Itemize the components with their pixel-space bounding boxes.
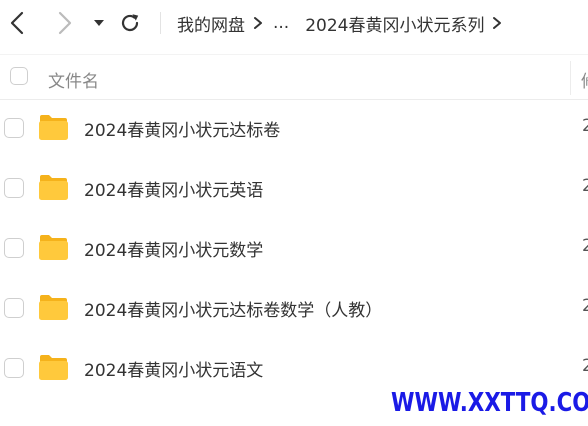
file-name[interactable]: 2024春黄冈小状元语文 bbox=[84, 356, 263, 381]
file-modified-date: 2 bbox=[582, 176, 588, 196]
history-dropdown-button[interactable] bbox=[90, 14, 108, 32]
column-divider[interactable] bbox=[570, 61, 571, 95]
back-button[interactable] bbox=[6, 10, 30, 36]
file-list-header: 文件名 修 bbox=[0, 54, 588, 100]
file-row[interactable]: 2024春黄冈小状元英语 2 bbox=[0, 159, 588, 219]
forward-button[interactable] bbox=[52, 10, 76, 36]
column-header-filename[interactable]: 文件名 bbox=[48, 67, 99, 92]
chevron-right-icon bbox=[254, 17, 262, 29]
breadcrumb-separator bbox=[245, 13, 271, 33]
nav-divider bbox=[160, 12, 161, 34]
file-row[interactable]: 2024春黄冈小状元达标卷 2 bbox=[0, 99, 588, 159]
folder-icon bbox=[39, 355, 68, 380]
select-all-checkbox[interactable] bbox=[10, 67, 28, 85]
folder-icon bbox=[39, 235, 68, 260]
caret-down-icon bbox=[94, 20, 104, 26]
breadcrumb-ellipsis[interactable]: ... bbox=[271, 13, 293, 33]
row-checkbox[interactable] bbox=[4, 178, 24, 198]
row-checkbox[interactable] bbox=[4, 358, 24, 378]
file-browser-window: 我的网盘 ... 2024春黄冈小状元系列 文件名 修 2024春黄冈小状元达标… bbox=[0, 0, 588, 426]
breadcrumb: 我的网盘 ... 2024春黄冈小状元系列 bbox=[177, 0, 510, 46]
chevron-right-icon bbox=[493, 17, 502, 29]
folder-icon bbox=[39, 115, 68, 140]
row-checkbox[interactable] bbox=[4, 298, 24, 318]
breadcrumb-separator bbox=[484, 13, 510, 33]
folder-icon bbox=[39, 175, 68, 200]
row-checkbox[interactable] bbox=[4, 238, 24, 258]
column-header-modified[interactable]: 修 bbox=[581, 67, 588, 92]
file-name[interactable]: 2024春黄冈小状元数学 bbox=[84, 236, 263, 261]
file-row[interactable]: 2024春黄冈小状元数学 2 bbox=[0, 219, 588, 279]
file-name[interactable]: 2024春黄冈小状元英语 bbox=[84, 176, 263, 201]
file-name[interactable]: 2024春黄冈小状元达标卷 bbox=[84, 116, 280, 141]
breadcrumb-root[interactable]: 我的网盘 bbox=[177, 11, 245, 36]
watermark: WWW.XXTTQ.COM bbox=[391, 388, 588, 418]
chevron-right-icon bbox=[58, 11, 72, 35]
chevron-left-icon bbox=[10, 11, 24, 35]
folder-icon bbox=[39, 295, 68, 320]
refresh-icon bbox=[121, 14, 139, 32]
file-row[interactable]: 2024春黄冈小状元达标卷数学（人教） 2 bbox=[0, 279, 588, 339]
file-modified-date: 2 bbox=[582, 356, 588, 376]
file-name[interactable]: 2024春黄冈小状元达标卷数学（人教） bbox=[84, 296, 382, 321]
row-checkbox[interactable] bbox=[4, 118, 24, 138]
file-modified-date: 2 bbox=[582, 236, 588, 256]
refresh-button[interactable] bbox=[118, 11, 142, 35]
breadcrumb-current[interactable]: 2024春黄冈小状元系列 bbox=[293, 11, 484, 36]
file-modified-date: 2 bbox=[582, 116, 588, 136]
navigation-bar: 我的网盘 ... 2024春黄冈小状元系列 bbox=[0, 0, 588, 46]
file-modified-date: 2 bbox=[582, 296, 588, 316]
